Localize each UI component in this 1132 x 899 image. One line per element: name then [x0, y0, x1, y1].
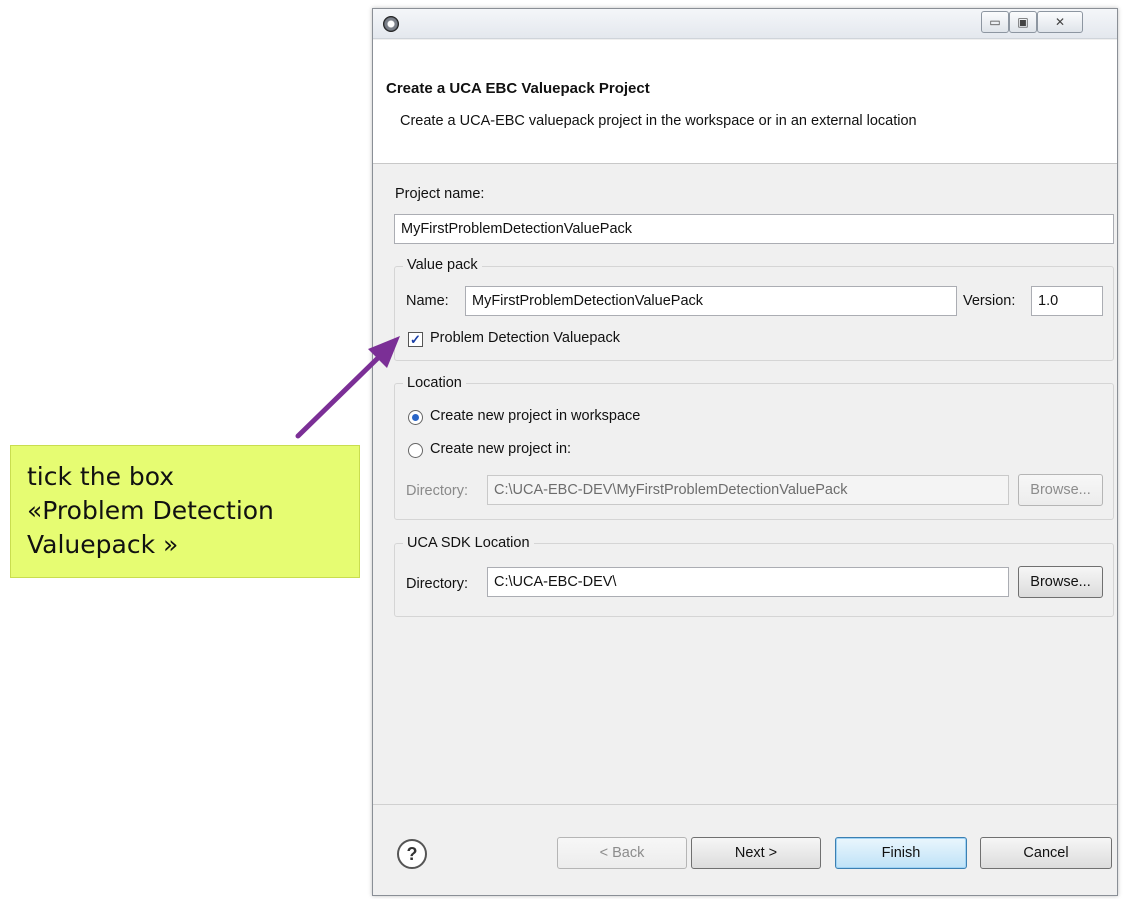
- problem-detection-checkbox[interactable]: ✓: [408, 332, 423, 347]
- sdk-directory-input[interactable]: C:\UCA-EBC-DEV\: [487, 567, 1009, 597]
- annotation-callout: tick the box «Problem Detection Valuepac…: [10, 445, 360, 578]
- value-pack-name-label: Name:: [406, 293, 449, 309]
- version-input[interactable]: 1.0: [1031, 286, 1103, 316]
- eclipse-icon: [383, 16, 399, 32]
- problem-detection-label: Problem Detection Valuepack: [430, 330, 620, 346]
- value-pack-group-title: Value pack: [403, 257, 482, 273]
- workspace-radio[interactable]: [408, 410, 423, 425]
- back-button[interactable]: < Back: [557, 837, 687, 869]
- maximize-button[interactable]: ▣: [1009, 11, 1037, 33]
- help-icon[interactable]: ?: [397, 839, 427, 869]
- location-directory-input[interactable]: C:\UCA-EBC-DEV\MyFirstProblemDetectionVa…: [487, 475, 1009, 505]
- close-icon: ✕: [1054, 15, 1066, 29]
- sdk-group-title: UCA SDK Location: [403, 535, 534, 551]
- close-button[interactable]: ✕: [1037, 11, 1083, 33]
- wizard-description: Create a UCA-EBC valuepack project in th…: [400, 113, 917, 129]
- location-browse-button[interactable]: Browse...: [1018, 474, 1103, 506]
- location-group-title: Location: [403, 375, 466, 391]
- wizard-title: Create a UCA EBC Valuepack Project: [386, 80, 650, 97]
- wizard-header: Create a UCA EBC Valuepack Project Creat…: [373, 40, 1117, 164]
- arrow-shaft: [295, 353, 383, 439]
- value-pack-name-input[interactable]: MyFirstProblemDetectionValuePack: [465, 286, 957, 316]
- maximize-icon: ▣: [1017, 15, 1029, 29]
- sdk-browse-button[interactable]: Browse...: [1018, 566, 1103, 598]
- custom-location-radio[interactable]: [408, 443, 423, 458]
- sdk-directory-label: Directory:: [406, 576, 469, 592]
- project-name-input[interactable]: MyFirstProblemDetectionValuePack: [394, 214, 1114, 244]
- minimize-icon: ▭: [989, 15, 1001, 29]
- minimize-button[interactable]: ▭: [981, 11, 1009, 33]
- custom-location-radio-label: Create new project in:: [430, 441, 572, 457]
- version-label: Version:: [963, 293, 1016, 309]
- workspace-radio-label: Create new project in workspace: [430, 408, 641, 424]
- title-bar[interactable]: ▭ ▣ ✕: [373, 9, 1117, 39]
- next-button[interactable]: Next >: [691, 837, 821, 869]
- project-name-label: Project name:: [395, 186, 485, 202]
- annotation-text: tick the box «Problem Detection Valuepac…: [27, 462, 274, 559]
- footer-divider: [373, 804, 1117, 805]
- dialog-window: ▭ ▣ ✕ Create a UCA EBC Valuepack Project…: [372, 8, 1118, 896]
- cancel-button[interactable]: Cancel: [980, 837, 1112, 869]
- location-directory-label: Directory:: [406, 483, 469, 499]
- finish-button[interactable]: Finish: [835, 837, 967, 869]
